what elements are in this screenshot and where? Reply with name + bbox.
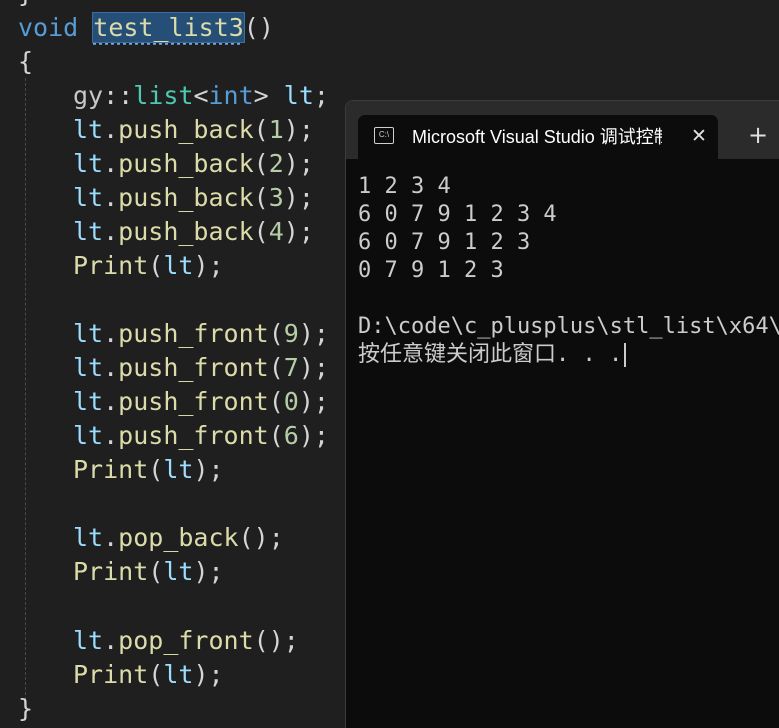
code-line-print-2[interactable]: Print(lt);	[73, 453, 224, 487]
prev-brace-fragment: }	[18, 0, 33, 11]
close-icon[interactable]: ✕	[690, 123, 708, 149]
code-line-push-back-1[interactable]: lt.push_back(1);	[73, 113, 314, 147]
code-line-push-back-3[interactable]: lt.push_back(3);	[73, 181, 314, 215]
code-line-decl[interactable]: gy::list<int> lt;	[73, 79, 329, 113]
code-line-brace-open[interactable]: {	[18, 45, 33, 79]
text-cursor	[624, 343, 627, 367]
output-line: 1 2 3 4	[358, 174, 451, 199]
code-line-pop-back[interactable]: lt.pop_back();	[73, 521, 284, 555]
code-line-push-back-4[interactable]: lt.push_back(4);	[73, 215, 314, 249]
code-line-pop-front[interactable]: lt.pop_front();	[73, 624, 299, 658]
code-line-push-back-2[interactable]: lt.push_back(2);	[73, 147, 314, 181]
new-tab-icon[interactable]: +	[746, 120, 770, 150]
code-line-func-decl[interactable]: void test_list3()	[18, 11, 274, 45]
console-icon: C:\	[374, 127, 394, 144]
code-line-brace-close[interactable]: }	[18, 692, 33, 726]
terminal-tab[interactable]: C:\ Microsoft Visual Studio 调试控制台 ✕	[358, 115, 718, 159]
code-line-push-front-1[interactable]: lt.push_front(9);	[73, 317, 329, 351]
output-line: 6 0 7 9 1 2 3 4	[358, 202, 557, 227]
code-line-push-front-2[interactable]: lt.push_front(7);	[73, 351, 329, 385]
code-line-print-1[interactable]: Print(lt);	[73, 249, 224, 283]
output-line-prompt: 按任意键关闭此窗口. . .	[358, 341, 779, 369]
tab-title: Microsoft Visual Studio 调试控制台	[412, 127, 662, 147]
terminal-output[interactable]: 1 2 3 4 6 0 7 9 1 2 3 4 6 0 7 9 1 2 3 0 …	[358, 173, 779, 369]
code-line-push-front-4[interactable]: lt.push_front(6);	[73, 419, 329, 453]
function-name-selected[interactable]: test_list3	[92, 12, 245, 43]
code-line-push-front-3[interactable]: lt.push_front(0);	[73, 385, 329, 419]
output-line: 0 7 9 1 2 3	[358, 258, 504, 283]
output-line: 6 0 7 9 1 2 3	[358, 230, 531, 255]
output-line-path: D:\code\c_plusplus\stl_list\x64\Debug\st…	[358, 314, 779, 339]
code-line-print-4[interactable]: Print(lt);	[73, 658, 224, 692]
keyword-void: void	[18, 13, 79, 42]
terminal-titlebar[interactable]: C:\ Microsoft Visual Studio 调试控制台 ✕ +	[346, 101, 779, 159]
code-line-print-3[interactable]: Print(lt);	[73, 555, 224, 589]
indent-guide	[25, 78, 26, 700]
debug-console-window[interactable]: C:\ Microsoft Visual Studio 调试控制台 ✕ + 1 …	[345, 100, 779, 728]
